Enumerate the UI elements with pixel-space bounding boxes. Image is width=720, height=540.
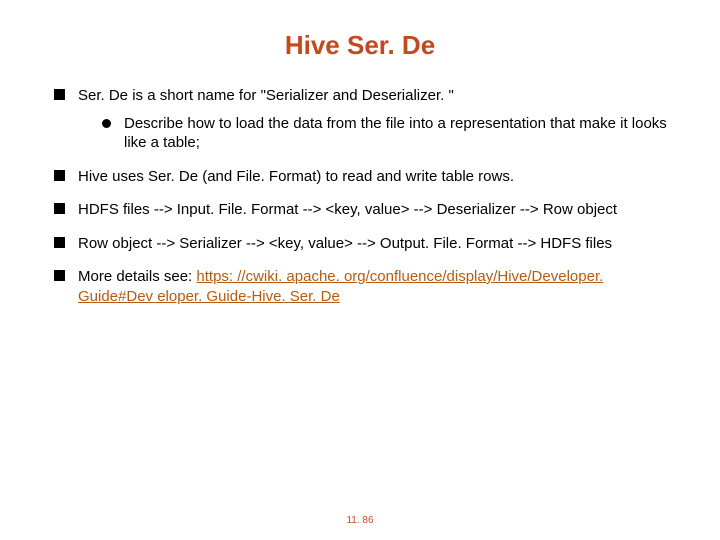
page-number: 11. 86	[0, 515, 720, 526]
bullet-text-3: HDFS files --> Input. File. Format --> <…	[78, 201, 617, 218]
sub-item-1: Describe how to load the data from the f…	[100, 114, 670, 153]
bullet-item-4: Row object --> Serializer --> <key, valu…	[50, 234, 670, 254]
bullet-item-1: Ser. De is a short name for "Serializer …	[50, 86, 670, 153]
bullet-text-1: Ser. De is a short name for "Serializer …	[78, 87, 454, 104]
sub-list-1: Describe how to load the data from the f…	[100, 114, 670, 153]
bullet-item-3: HDFS files --> Input. File. Format --> <…	[50, 200, 670, 220]
slide-title: Hive Ser. De	[50, 30, 670, 61]
bullet-text-4: Row object --> Serializer --> <key, valu…	[78, 235, 612, 252]
bullet-item-2: Hive uses Ser. De (and File. Format) to …	[50, 167, 670, 187]
bullet-list: Ser. De is a short name for "Serializer …	[50, 86, 670, 306]
bullet-text-5-prefix: More details see:	[78, 268, 196, 285]
bullet-item-5: More details see: https: //cwiki. apache…	[50, 267, 670, 306]
bullet-text-2: Hive uses Ser. De (and File. Format) to …	[78, 168, 514, 185]
slide: Hive Ser. De Ser. De is a short name for…	[0, 0, 720, 540]
sub-text-1: Describe how to load the data from the f…	[124, 115, 667, 152]
